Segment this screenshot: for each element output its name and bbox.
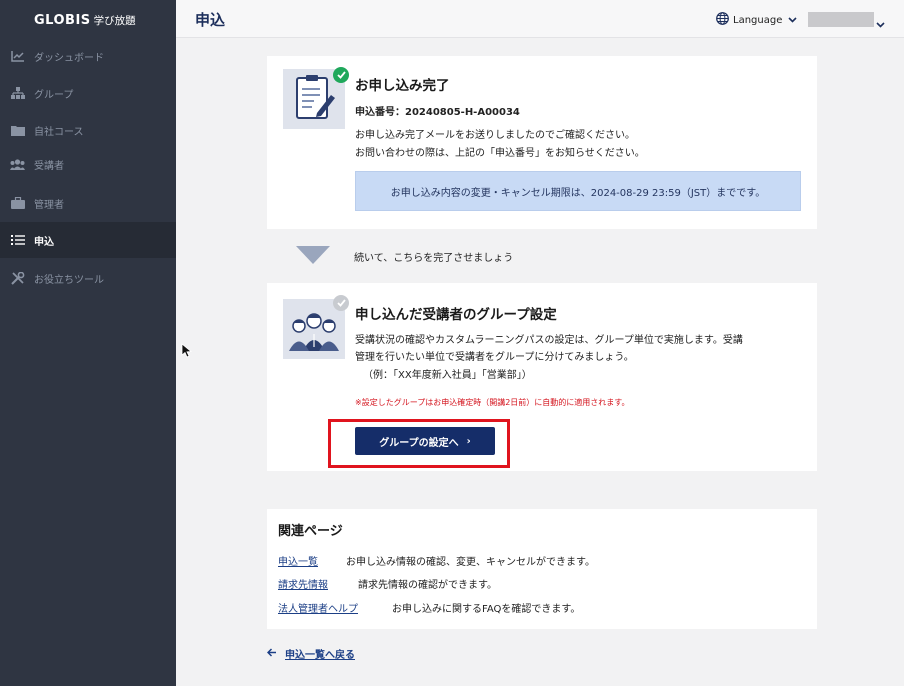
check-icon xyxy=(333,67,349,83)
sidebar-item-label: お役立ちツール xyxy=(34,274,104,286)
sidebar-item-label: 受講者 xyxy=(34,160,64,172)
page-title: 申込 xyxy=(195,11,226,29)
hierarchy-icon xyxy=(10,87,25,100)
related-pages-title: 関連ページ xyxy=(278,524,343,539)
top-bar: 申込 Language xyxy=(176,0,904,38)
back-to-list-link[interactable]: 申込一覧へ戻る xyxy=(266,646,355,661)
sidebar-item-admins[interactable]: 管理者 xyxy=(0,185,176,221)
language-selector[interactable]: Language xyxy=(716,12,797,28)
link-application-list[interactable]: 申込一覧 xyxy=(278,553,346,568)
globe-icon xyxy=(716,12,729,28)
group-setup-line-2: 管理を行いたい単位で受講者をグループに分けてみましょう。 xyxy=(355,352,634,363)
down-arrow-icon xyxy=(296,246,330,264)
chevron-down-icon xyxy=(788,15,797,26)
related-desc: お申し込みに関するFAQを確認できます。 xyxy=(392,604,581,615)
cancellation-deadline-notice: お申し込み内容の変更・キャンセル期限は、2024-08-29 23:59（JST… xyxy=(355,171,801,211)
link-admin-help[interactable]: 法人管理者ヘルプ xyxy=(278,600,392,615)
user-menu[interactable] xyxy=(808,12,874,27)
sidebar-item-label: 申込 xyxy=(34,236,54,248)
back-link-label: 申込一覧へ戻る xyxy=(285,650,355,661)
related-row: 請求先情報 請求先情報の確認ができます。 xyxy=(278,576,497,591)
sidebar-item-label: 自社コース xyxy=(34,126,84,138)
tools-icon xyxy=(10,271,25,285)
application-number: 申込番号：20240805-H-A00034 xyxy=(355,107,520,118)
related-desc: お申し込み情報の確認、変更、キャンセルができます。 xyxy=(346,557,595,568)
folder-icon xyxy=(10,124,25,137)
sidebar-item-applications[interactable]: 申込 xyxy=(0,222,176,258)
briefcase-icon xyxy=(10,197,25,210)
language-label: Language xyxy=(733,14,783,26)
users-icon xyxy=(10,158,25,171)
group-setup-example: （例：「XX年度新入社員」「営業部」） xyxy=(363,370,532,381)
mouse-cursor-icon xyxy=(181,343,193,362)
logo-sub: 学び放題 xyxy=(93,14,136,27)
completion-line-2: お問い合わせの際は、上記の「申込番号」をお知らせください。 xyxy=(355,148,645,159)
chevron-down-icon[interactable] xyxy=(876,13,885,32)
group-setup-title: 申し込んだ受講者のグループ設定 xyxy=(355,307,557,323)
sidebar-item-group[interactable]: グループ xyxy=(0,75,176,111)
related-row: 申込一覧 お申し込み情報の確認、変更、キャンセルができます。 xyxy=(278,553,595,568)
related-row: 法人管理者ヘルプ お申し込みに関するFAQを確認できます。 xyxy=(278,600,580,615)
group-setup-card: 申し込んだ受講者のグループ設定 受講状況の確認やカスタムラーニングパスの設定は、… xyxy=(267,283,817,471)
list-icon xyxy=(10,234,25,247)
completion-line-1: お申し込み完了メールをお送りしましたのでご確認ください。 xyxy=(355,130,635,141)
arrow-left-icon xyxy=(266,647,277,660)
sidebar: GLOBIS 学び放題 ダッシュボード グループ 自社コース 受講者 管理者 申… xyxy=(0,0,176,686)
chevron-right-icon: › xyxy=(466,435,471,447)
related-pages-card: 関連ページ 申込一覧 お申し込み情報の確認、変更、キャンセルができます。 請求先… xyxy=(267,509,817,629)
sidebar-item-label: ダッシュボード xyxy=(34,52,104,64)
group-setup-button-label: グループの設定へ xyxy=(379,437,459,449)
link-billing-info[interactable]: 請求先情報 xyxy=(278,576,358,591)
sidebar-item-dashboard[interactable]: ダッシュボード xyxy=(0,38,176,74)
sidebar-item-tools[interactable]: お役立ちツール xyxy=(0,260,176,296)
logo-brand: GLOBIS xyxy=(34,12,91,28)
completion-title: お申し込み完了 xyxy=(355,78,450,94)
sidebar-item-courses[interactable]: 自社コース xyxy=(0,112,176,148)
completion-card: お申し込み完了 申込番号：20240805-H-A00034 お申し込み完了メー… xyxy=(267,56,817,229)
chart-line-icon xyxy=(10,50,25,63)
sidebar-item-label: グループ xyxy=(34,89,74,101)
sidebar-item-label: 管理者 xyxy=(34,199,64,211)
related-desc: 請求先情報の確認ができます。 xyxy=(358,580,497,591)
next-step-text: 続いて、こちらを完了させましょう xyxy=(354,253,514,264)
group-setup-line-1: 受講状況の確認やカスタムラーニングパスの設定は、グループ単位で実施します。受講 xyxy=(355,335,743,346)
logo[interactable]: GLOBIS 学び放題 xyxy=(0,0,176,40)
group-setup-warning: ※設定したグループはお申込確定時（開講2日前）に自動的に適用されます。 xyxy=(355,398,630,407)
main-content: お申し込み完了 申込番号：20240805-H-A00034 お申し込み完了メー… xyxy=(176,38,904,686)
group-setup-button[interactable]: グループの設定へ › xyxy=(355,427,495,455)
sidebar-item-learners[interactable]: 受講者 xyxy=(0,146,176,182)
check-icon xyxy=(333,295,349,311)
